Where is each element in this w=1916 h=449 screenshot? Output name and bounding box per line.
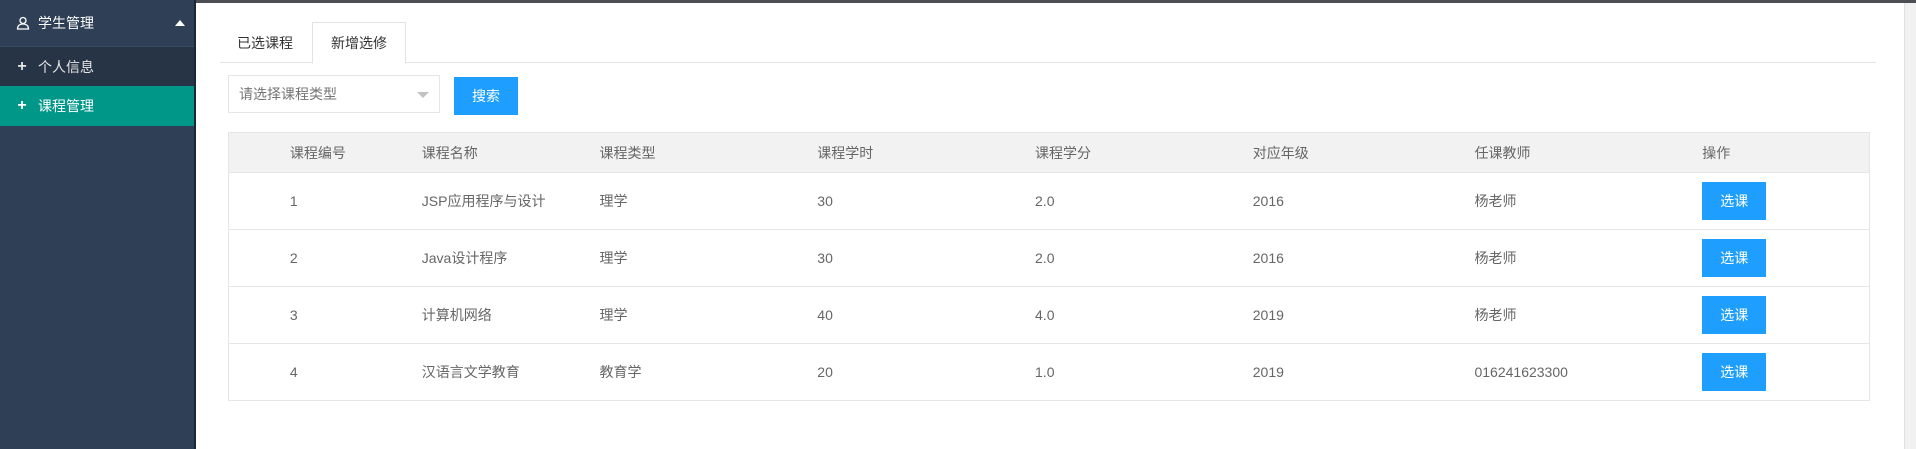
tab-selected-courses[interactable]: 已选课程 bbox=[220, 22, 310, 63]
plus-icon: + bbox=[17, 57, 27, 75]
select-course-button[interactable]: 选课 bbox=[1702, 182, 1767, 220]
plus-icon: + bbox=[17, 97, 27, 114]
column-header: 课程编号 bbox=[289, 144, 346, 161]
course-hours: 30 bbox=[817, 250, 833, 266]
search-button[interactable]: 搜索 bbox=[454, 77, 518, 115]
dropdown-arrow-icon bbox=[417, 92, 429, 98]
course-credit: 1.0 bbox=[1035, 364, 1055, 380]
action-cell: 选课 bbox=[1702, 353, 1869, 391]
course-name: 汉语言文学教育 bbox=[421, 364, 520, 380]
course-name: Java设计程序 bbox=[421, 250, 508, 266]
vertical-scrollbar[interactable] bbox=[1904, 3, 1916, 449]
course-id: 3 bbox=[289, 307, 298, 323]
column-header: 对应年级 bbox=[1252, 144, 1309, 161]
course-credit: 2.0 bbox=[1035, 193, 1055, 209]
select-course-button[interactable]: 选课 bbox=[1702, 239, 1767, 277]
main-content: 已选课程 新增选修 请选择课程类型 搜索 课程编号 课程名称 课程类型 课程学时… bbox=[196, 3, 1916, 449]
sidebar-item-course-management[interactable]: + 课程管理 bbox=[0, 86, 194, 126]
table-row: 2 Java设计程序 理学 30 2.0 2016 杨老师 选课 bbox=[229, 229, 1869, 286]
course-grade: 2019 bbox=[1252, 364, 1284, 380]
course-hours: 40 bbox=[817, 307, 833, 323]
select-placeholder: 请选择课程类型 bbox=[239, 86, 337, 102]
action-cell: 选课 bbox=[1702, 296, 1869, 334]
course-teacher: 杨老师 bbox=[1474, 193, 1517, 209]
column-header: 课程学分 bbox=[1035, 144, 1092, 161]
column-header: 课程类型 bbox=[599, 144, 656, 161]
course-type: 理学 bbox=[599, 193, 628, 209]
course-table: 课程编号 课程名称 课程类型 课程学时 课程学分 对应年级 任课教师 操作 1 … bbox=[228, 132, 1870, 401]
tab-add-elective[interactable]: 新增选修 bbox=[312, 22, 406, 64]
table-row: 3 计算机网络 理学 40 4.0 2019 杨老师 选课 bbox=[229, 286, 1869, 343]
table-row: 1 JSP应用程序与设计 理学 30 2.0 2016 杨老师 选课 bbox=[229, 172, 1869, 229]
select-course-button[interactable]: 选课 bbox=[1702, 353, 1767, 391]
course-grade: 2019 bbox=[1252, 307, 1284, 323]
course-id: 2 bbox=[289, 250, 298, 266]
course-hours: 30 bbox=[817, 193, 833, 209]
course-type: 教育学 bbox=[599, 364, 642, 380]
course-grade: 2016 bbox=[1252, 193, 1284, 209]
sidebar-group-student-management[interactable]: 学生管理 bbox=[0, 0, 194, 46]
table-row: 4 汉语言文学教育 教育学 20 1.0 2019 016241623300 选… bbox=[229, 343, 1869, 400]
sidebar-item-label: 课程管理 bbox=[38, 98, 94, 114]
action-cell: 选课 bbox=[1702, 239, 1869, 277]
tab-bar: 已选课程 新增选修 bbox=[220, 22, 1876, 64]
column-header: 任课教师 bbox=[1474, 144, 1531, 161]
course-grade: 2016 bbox=[1252, 250, 1284, 266]
select-course-button[interactable]: 选课 bbox=[1702, 296, 1767, 334]
course-teacher: 016241623300 bbox=[1474, 364, 1568, 380]
column-header: 课程学时 bbox=[817, 144, 874, 161]
sidebar: 学生管理 + 个人信息 + 课程管理 bbox=[0, 0, 196, 449]
course-teacher: 杨老师 bbox=[1474, 250, 1517, 266]
course-name: 计算机网络 bbox=[421, 307, 492, 323]
course-teacher: 杨老师 bbox=[1474, 307, 1517, 323]
action-cell: 选课 bbox=[1702, 182, 1869, 220]
sidebar-group-label: 学生管理 bbox=[38, 15, 94, 31]
column-header: 操作 bbox=[1702, 144, 1731, 161]
course-type-select[interactable]: 请选择课程类型 bbox=[228, 75, 440, 113]
course-id: 4 bbox=[289, 364, 298, 380]
course-credit: 4.0 bbox=[1035, 307, 1055, 323]
caret-up-icon[interactable] bbox=[175, 20, 185, 26]
course-name: JSP应用程序与设计 bbox=[421, 193, 546, 209]
user-icon bbox=[16, 16, 30, 30]
column-header: 课程名称 bbox=[421, 144, 478, 161]
sidebar-item-label: 个人信息 bbox=[38, 58, 94, 75]
course-type: 理学 bbox=[599, 307, 628, 323]
table-header-row: 课程编号 课程名称 课程类型 课程学时 课程学分 对应年级 任课教师 操作 bbox=[229, 133, 1869, 172]
course-hours: 20 bbox=[817, 364, 833, 380]
course-type: 理学 bbox=[599, 250, 628, 266]
course-credit: 2.0 bbox=[1035, 250, 1055, 266]
sidebar-item-personal-info[interactable]: + 个人信息 bbox=[0, 46, 194, 86]
course-id: 1 bbox=[289, 193, 298, 209]
